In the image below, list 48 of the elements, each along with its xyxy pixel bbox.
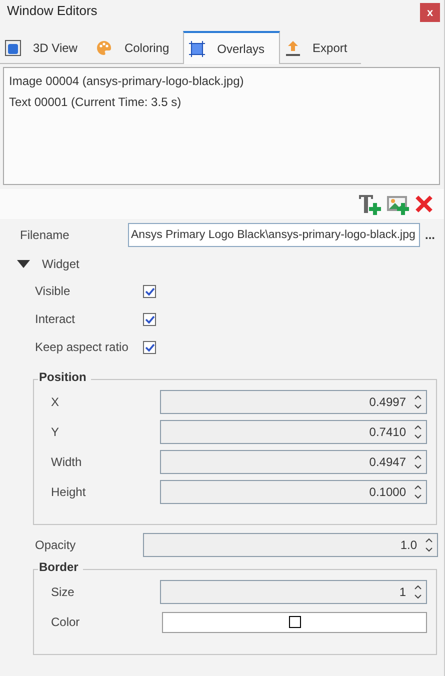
checkbox[interactable]: [143, 284, 156, 298]
spin-field[interactable]: 0.1000: [160, 480, 427, 504]
spin-arrows-icon: [414, 394, 422, 410]
spin-arrows-icon: [425, 537, 433, 553]
spin-field[interactable]: 0.7410: [160, 420, 427, 444]
field-label: Width: [51, 455, 83, 469]
caret-down-icon: [17, 260, 30, 268]
cube-icon: [5, 40, 21, 56]
filename-field[interactable]: Ansys Primary Logo Black\ansys-primary-logo-black.jpg: [128, 223, 420, 247]
close-icon: [414, 194, 434, 214]
delete-button[interactable]: [414, 194, 434, 214]
checkbox-label: Keep aspect ratio: [35, 340, 130, 354]
checkbox-label: Visible: [35, 284, 72, 298]
spin-field[interactable]: 1.0: [143, 533, 438, 557]
text-plus-icon: [358, 193, 384, 215]
image-plus-icon: [386, 193, 412, 215]
palette-icon: [96, 40, 112, 56]
field-label: X: [51, 395, 60, 409]
browse-button[interactable]: ...: [420, 228, 436, 242]
field-label: Y: [51, 425, 60, 439]
add-image-button[interactable]: [386, 193, 412, 215]
list-item[interactable]: Text 00001 (Current Time: 3.5 s): [9, 94, 434, 110]
spin-arrows-icon: [414, 484, 422, 500]
spin-arrows-icon: [414, 584, 422, 600]
tab[interactable]: Overlays: [183, 31, 280, 64]
field-label: Size: [51, 585, 76, 599]
spin-field[interactable]: 0.4947: [160, 450, 427, 474]
checkbox-label: Interact: [35, 312, 76, 326]
color-button[interactable]: [162, 612, 427, 632]
field-label: Filename: [20, 228, 70, 242]
add-text-button[interactable]: [358, 193, 384, 215]
upload-icon: [284, 40, 301, 56]
field-label: Opacity: [35, 538, 77, 552]
field-label: Color: [51, 615, 81, 629]
group-title: Position: [38, 370, 92, 384]
spin-field[interactable]: 1: [160, 580, 427, 604]
checkbox[interactable]: [143, 312, 156, 326]
frame-icon: [189, 40, 206, 56]
close-button[interactable]: x: [420, 3, 440, 22]
spin-field[interactable]: 0.4997: [160, 390, 427, 414]
widget-expander[interactable]: Widget: [0, 257, 80, 271]
list-item[interactable]: Image 00004 (ansys-primary-logo-black.jpg): [9, 73, 434, 89]
window-title: Window Editors: [7, 3, 98, 18]
spin-arrows-icon: [414, 454, 422, 470]
spin-arrows-icon: [414, 424, 422, 440]
group-title: Border: [38, 560, 84, 574]
field-label: Height: [51, 485, 87, 499]
checkbox[interactable]: [143, 340, 156, 354]
